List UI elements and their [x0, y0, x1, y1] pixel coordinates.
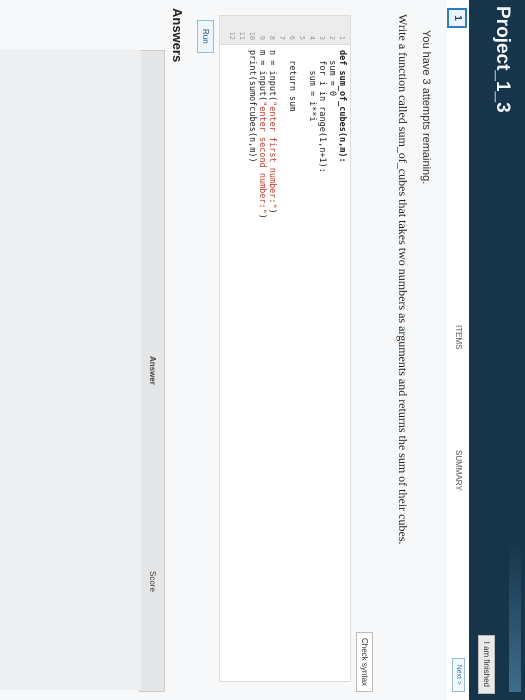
run-button[interactable]: Run [197, 20, 214, 53]
line-number: 5 [298, 35, 306, 40]
line-number-gutter: 1 2 3 4 5 6 7 8 9 10 11 12 [220, 16, 350, 45]
code-token: m = input( [257, 50, 267, 102]
answers-heading: Answers [170, 8, 185, 63]
next-button[interactable]: Next > [452, 657, 465, 692]
line-number: 6 [288, 35, 296, 40]
code-line: sum = i**i [307, 50, 317, 122]
code-token: n = input( [267, 50, 277, 102]
code-line: sum = 0 [327, 50, 337, 97]
code-line: for i in range(1,n+1): [317, 50, 327, 173]
photo-frame: Project_1_3 I am finished 1 ITEMS SUMMAR… [0, 0, 525, 700]
item-nav: 1 ITEMS SUMMARY Next > [446, 0, 469, 700]
code-line: n = input("enter first number:") [267, 50, 277, 214]
top-bar: Project_1_3 I am finished [469, 0, 525, 700]
line-number: 8 [268, 35, 276, 40]
project-title: Project_1_3 [492, 6, 513, 113]
answers-table-header: Answer Score [139, 50, 165, 692]
question-content: You have 3 attempts remaining. Write a f… [0, 0, 447, 700]
line-number: 10 [248, 31, 256, 40]
item-number-button[interactable]: 1 [447, 8, 467, 28]
code-string: "enter first number:" [267, 101, 277, 209]
check-syntax-button[interactable]: Check syntax [356, 632, 373, 693]
tab-items[interactable]: ITEMS [454, 325, 463, 349]
answer-column-header: Answer [148, 356, 157, 385]
line-number: 1 [338, 35, 346, 40]
line-number: 4 [308, 35, 316, 40]
line-number: 3 [318, 35, 326, 40]
score-column-header: Score [148, 571, 157, 592]
code-editor[interactable]: 1 2 3 4 5 6 7 8 9 10 11 12 def sum_of_cu… [219, 15, 351, 682]
screen: Project_1_3 I am finished 1 ITEMS SUMMAR… [0, 0, 525, 700]
code-token: ) [257, 213, 267, 219]
answers-table-body [0, 50, 141, 690]
code-line: print(sumofcubes(n,m)) [247, 50, 257, 163]
tab-summary[interactable]: SUMMARY [454, 450, 463, 491]
line-number: 2 [328, 35, 336, 40]
line-number: 12 [228, 31, 236, 40]
code-line: def sum_of_cubes(n,m): [337, 50, 347, 163]
line-number: 11 [238, 31, 246, 40]
line-number: 9 [258, 35, 266, 40]
question-prompt: Write a function called sum_of_cubes tha… [396, 14, 410, 545]
code-token: ) [267, 208, 277, 214]
finish-button[interactable]: I am finished [478, 634, 495, 694]
code-string: "enter second number:" [257, 101, 267, 214]
line-number: 7 [278, 35, 286, 40]
code-line: return sum [287, 50, 297, 112]
code-line: m = input("enter second number:") [257, 50, 267, 219]
attempts-remaining: You have 3 attempts remaining. [420, 30, 432, 185]
browser-toolbar [509, 542, 521, 692]
